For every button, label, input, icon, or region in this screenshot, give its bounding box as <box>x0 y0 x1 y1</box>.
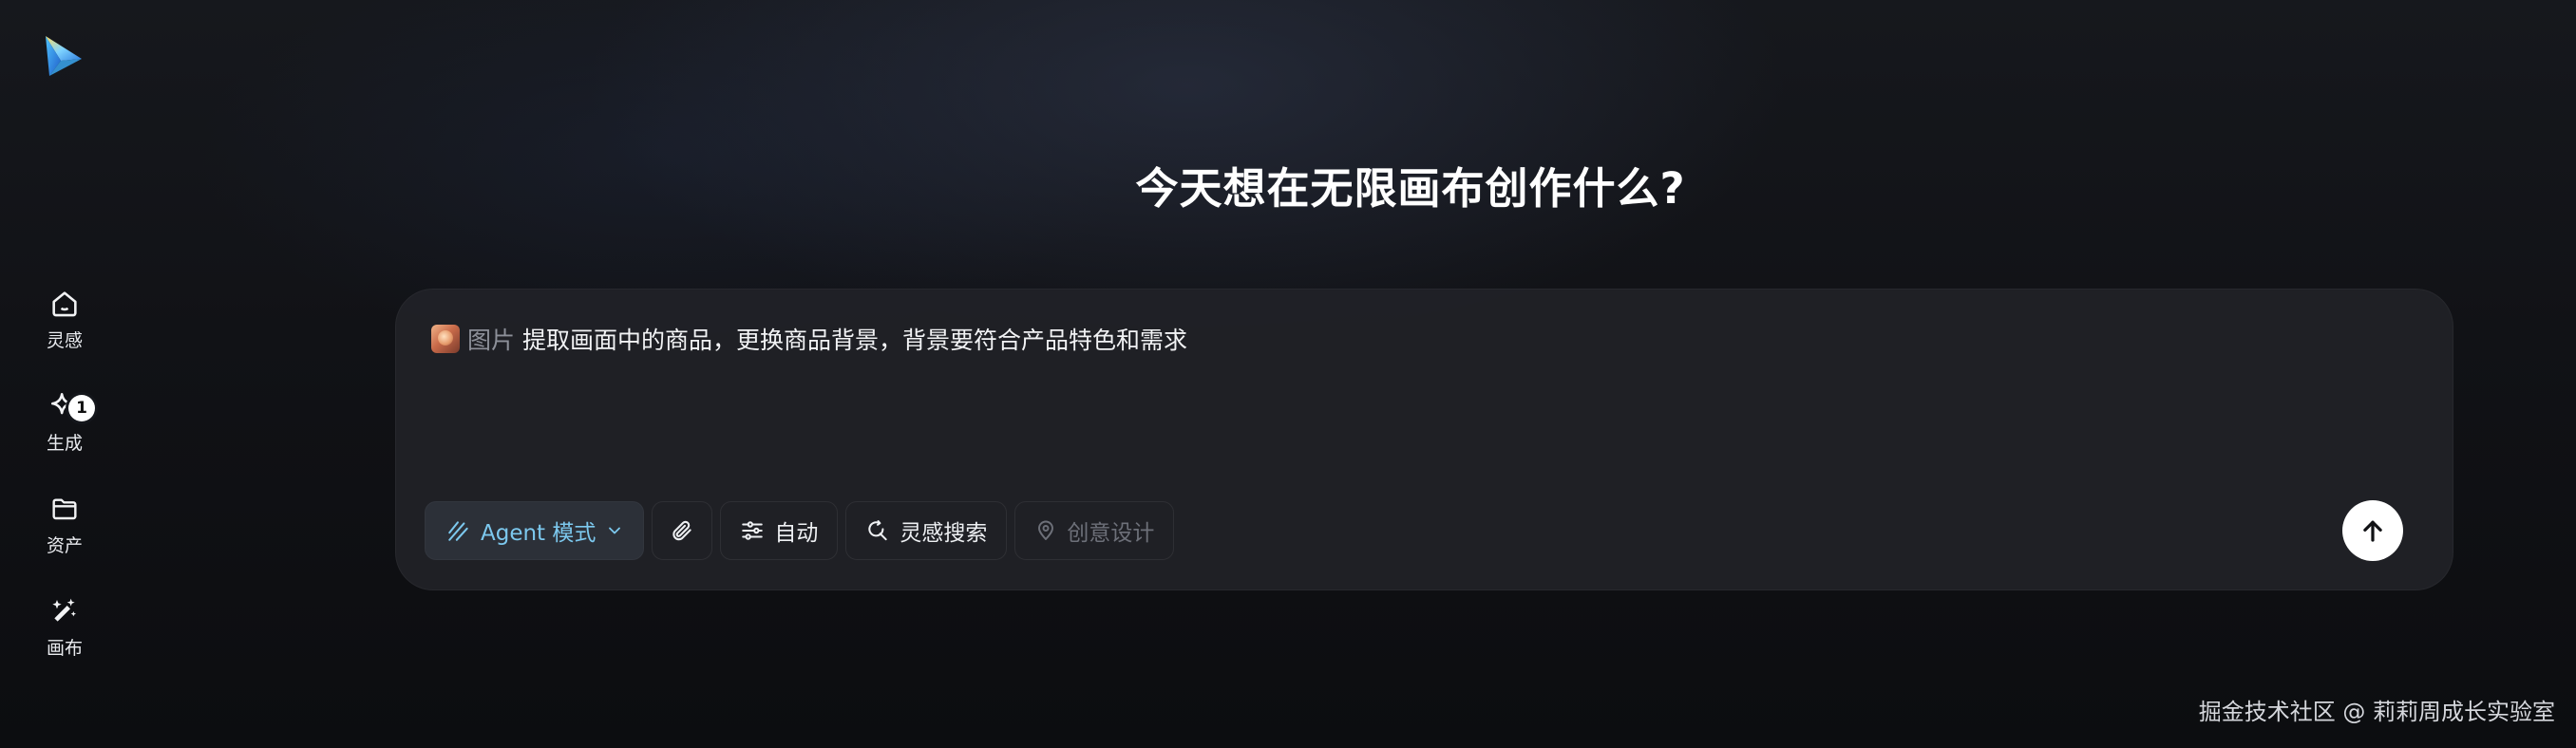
app-page: 灵感 1 生成 资产 画布 今天想在无限画布创作什么? 图片 提取画面中的商品，… <box>0 0 2576 748</box>
app-logo[interactable] <box>40 34 87 82</box>
attachment-chip-label: 图片 <box>467 327 516 354</box>
sidebar: 灵感 1 生成 资产 画布 <box>0 0 129 748</box>
send-button[interactable] <box>2342 500 2403 561</box>
auto-settings-button[interactable]: 自动 <box>720 501 839 560</box>
sidebar-item-label: 生成 <box>46 433 83 454</box>
prompt-input[interactable]: 图片 提取画面中的商品，更换商品背景，背景要符合产品特色和需求 <box>431 318 1187 360</box>
sidebar-item-generate[interactable]: 1 生成 <box>17 387 112 463</box>
location-pin-icon <box>1038 520 1054 540</box>
prompt-composer[interactable]: 图片 提取画面中的商品，更换商品背景，背景要符合产品特色和需求 Agent 模式 <box>395 289 2453 590</box>
home-icon <box>46 285 84 323</box>
auto-label: 自动 <box>774 521 819 546</box>
composer-toolbar: Agent 模式 自动 灵感搜索 创意设计 <box>425 500 1175 561</box>
prompt-text: 提取画面中的商品，更换商品背景，背景要符合产品特色和需求 <box>522 327 1188 354</box>
agent-wand-icon <box>448 521 468 541</box>
search-refresh-icon <box>868 520 888 541</box>
sidebar-item-label: 画布 <box>46 638 83 659</box>
sidebar-item-label: 资产 <box>46 535 83 556</box>
creative-design-button[interactable]: 创意设计 <box>1014 501 1175 560</box>
sliders-icon <box>742 521 764 540</box>
inspiration-search-label: 灵感搜索 <box>900 521 988 546</box>
notification-badge: 1 <box>68 395 95 421</box>
creative-design-label: 创意设计 <box>1067 521 1155 546</box>
agent-mode-dropdown[interactable]: Agent 模式 <box>425 501 645 560</box>
sidebar-item-canvas[interactable]: 画布 <box>17 592 112 668</box>
agent-mode-label: Agent 模式 <box>481 521 597 546</box>
sparkle-icon: 1 <box>46 387 95 425</box>
chevron-down-icon <box>609 527 621 534</box>
attachment-thumbnail[interactable] <box>431 325 460 353</box>
sidebar-item-assets[interactable]: 资产 <box>17 490 112 566</box>
magic-wand-icon <box>46 592 84 630</box>
sidebar-item-label: 灵感 <box>46 330 83 351</box>
sidebar-item-inspiration[interactable]: 灵感 <box>17 285 112 361</box>
attach-file-button[interactable] <box>652 501 713 560</box>
inspiration-search-button[interactable]: 灵感搜索 <box>845 501 1008 560</box>
paperclip-icon <box>672 520 692 541</box>
paper-plane-logo-icon <box>46 36 82 76</box>
arrow-up-icon <box>2363 520 2382 542</box>
watermark-text: 掘金技术社区 @ 莉莉周成长实验室 <box>2198 699 2555 725</box>
page-title: 今天想在无限画布创作什么? <box>1135 163 1686 214</box>
folder-icon <box>46 490 84 528</box>
